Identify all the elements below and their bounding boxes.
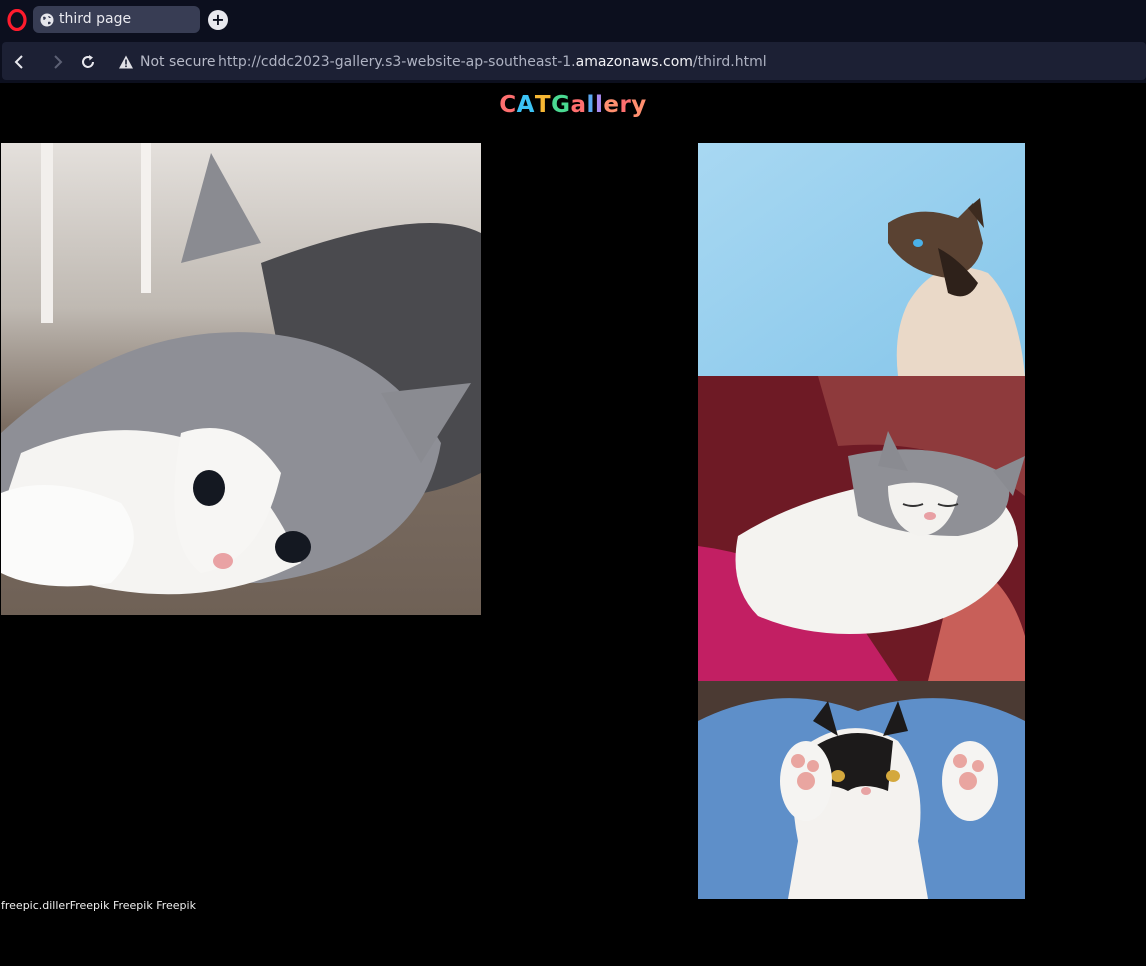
title-letter: e xyxy=(603,92,620,118)
url-prefix: http://cddc2023-gallery.s3-website-ap-so… xyxy=(218,54,576,70)
title-letter: T xyxy=(534,92,552,118)
title-letter: r xyxy=(619,92,632,118)
title-letter: l xyxy=(594,92,604,118)
page-title: CATGallery xyxy=(0,92,1146,118)
new-tab-button[interactable]: + xyxy=(208,10,228,30)
browser-tab-bar: third page + xyxy=(0,0,1146,40)
sleeping-kitten-photo xyxy=(698,376,1025,681)
url-host: amazonaws.com xyxy=(575,54,693,70)
back-arrow-icon[interactable] xyxy=(11,53,29,71)
title-letter: A xyxy=(516,92,535,118)
siamese-cat-photo xyxy=(698,143,1025,376)
reload-icon[interactable] xyxy=(79,53,97,71)
tab-third-page[interactable]: third page xyxy=(33,6,200,33)
address-bar-container: Not secure http://cddc2023-gallery.s3-we… xyxy=(2,42,1146,80)
title-letter: G xyxy=(551,92,571,118)
title-letter: y xyxy=(631,92,647,118)
photo-credits: freepic.dillerFreepik Freepik Freepik xyxy=(1,899,196,912)
title-letter: l xyxy=(586,92,595,118)
url-path: /third.html xyxy=(692,54,767,70)
tab-title: third page xyxy=(59,11,132,27)
title-letter: a xyxy=(570,92,587,118)
globe-icon xyxy=(40,13,54,27)
kitten-paws-photo xyxy=(698,681,1025,899)
browser-address-bar: Not secure http://cddc2023-gallery.s3-we… xyxy=(0,40,1146,83)
url-field[interactable]: http://cddc2023-gallery.s3-website-ap-so… xyxy=(218,54,767,70)
title-letter: C xyxy=(499,92,517,118)
opera-logo-icon[interactable] xyxy=(7,9,27,31)
kitten-lying-photo xyxy=(1,143,481,615)
not-secure-label[interactable]: Not secure xyxy=(140,54,216,70)
forward-arrow-icon[interactable] xyxy=(48,53,66,71)
warning-triangle-icon[interactable] xyxy=(118,54,134,70)
